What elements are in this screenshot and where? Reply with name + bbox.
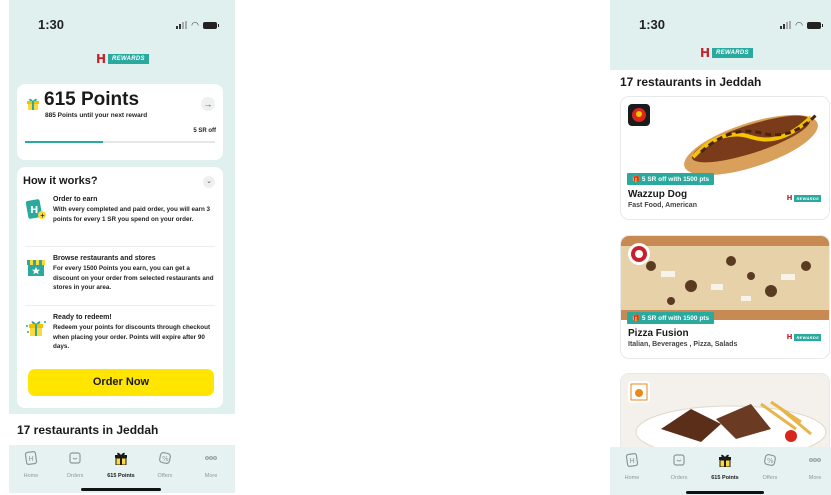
restaurant-name: Pizza Fusion — [628, 328, 689, 339]
restaurant-categories: Fast Food, American — [628, 202, 697, 209]
earn-app-icon: H + — [25, 199, 46, 220]
offers-icon: % — [764, 454, 776, 466]
step-title: Browse restaurants and stores — [53, 255, 156, 262]
home-icon: H — [625, 453, 639, 467]
restaurant-image — [621, 97, 829, 181]
wifi-icon: ◠ — [795, 20, 803, 30]
signal-icon — [780, 21, 792, 29]
step-browse: Browse restaurants and stores For every … — [25, 255, 217, 301]
restaurant-card-wazzup-dog[interactable]: 🎁 5 SR off with 1500 pts Wazzup Dog Fast… — [621, 97, 829, 219]
tab-offers[interactable]: % Offers — [750, 453, 790, 481]
tab-home[interactable]: H Home — [612, 453, 652, 481]
collapse-chevron-icon[interactable]: ⌄ — [203, 176, 215, 188]
restaurant-logo — [628, 243, 650, 265]
orders-icon — [69, 452, 81, 464]
restaurants-heading: 17 restaurants in Jeddah — [620, 75, 762, 89]
restaurant-image — [621, 236, 829, 320]
svg-text:+: + — [40, 213, 45, 220]
points-card[interactable]: 615 Points 885 Points until your next re… — [17, 84, 223, 160]
tab-points[interactable]: 615 Points — [705, 453, 745, 481]
status-bar: 1:30 ◠ — [610, 0, 831, 40]
step-description: With every completed and paid order, you… — [53, 206, 211, 223]
status-icons: ◠ — [780, 20, 823, 30]
battery-icon — [807, 21, 823, 29]
tab-points[interactable]: 615 Points — [101, 451, 141, 479]
home-indicator — [686, 491, 764, 494]
restaurant-logo — [628, 104, 650, 126]
restaurants-screen-right: 1:30 ◠ H REWARDS 17 restaurants in Jedda… — [610, 0, 831, 495]
tab-home[interactable]: H Home — [11, 451, 51, 479]
step-description: Redeem your points for discounts through… — [53, 324, 211, 350]
restaurant-name: Wazzup Dog — [628, 189, 688, 200]
gift-icon — [27, 98, 39, 110]
points-remaining-text: 885 Points until your next reward — [45, 112, 148, 119]
svg-text:%: % — [162, 455, 169, 463]
home-icon: H — [24, 451, 38, 465]
battery-icon — [203, 21, 219, 29]
tab-orders[interactable]: Orders — [659, 453, 699, 481]
more-icon — [809, 458, 821, 462]
rewards-logo: H REWARDS — [786, 333, 821, 341]
screenshot-stage: 1:30 ◠ H REWARDS 615 Points 885 Points u… — [0, 0, 831, 495]
tab-more[interactable]: More — [191, 451, 231, 479]
restaurants-heading: 17 restaurants in Jeddah — [17, 423, 159, 437]
step-description: For every 1500 Points you earn, you can … — [53, 265, 214, 291]
offers-icon: % — [159, 452, 171, 464]
order-now-button[interactable]: Order Now — [28, 369, 214, 396]
status-icons: ◠ — [176, 20, 219, 30]
rewards-logo: H REWARDS — [786, 194, 821, 202]
rewards-screen-left: 1:30 ◠ H REWARDS 615 Points 885 Points u… — [9, 0, 235, 495]
tab-offers[interactable]: % Offers — [145, 451, 185, 479]
header: 1:30 ◠ H REWARDS — [610, 0, 831, 70]
step-title: Ready to redeem! — [53, 314, 112, 321]
step-redeem: Ready to redeem! Redeem your points for … — [25, 314, 217, 360]
restaurant-categories: Italian, Beverages , Pizza, Salads — [628, 341, 738, 348]
status-time: 1:30 — [38, 17, 65, 32]
bottom-tab-bar: H Home Orders 615 Points % Offers More — [610, 447, 831, 495]
restaurant-logo — [628, 381, 650, 403]
rewards-logo: H REWARDS — [700, 46, 753, 60]
points-details-arrow-icon[interactable]: → — [201, 97, 215, 111]
tab-more[interactable]: More — [795, 453, 831, 481]
step-title: Order to earn — [53, 196, 98, 203]
points-offer-badge: 🎁 5 SR off with 1500 pts — [627, 173, 715, 185]
points-progress-bar — [25, 141, 215, 143]
divider — [25, 246, 215, 247]
svg-text:H: H — [29, 455, 34, 463]
svg-text:%: % — [767, 457, 774, 465]
step-order-to-earn: H + Order to earn With every completed a… — [25, 196, 217, 242]
rewards-logo: H REWARDS — [96, 52, 149, 66]
orders-icon — [673, 454, 685, 466]
svg-text:H: H — [30, 205, 38, 216]
status-time: 1:30 — [639, 17, 666, 32]
points-progress-fill — [25, 141, 103, 143]
wifi-icon: ◠ — [191, 20, 199, 30]
points-offer-badge: 🎁 5 SR off with 1500 pts — [627, 312, 715, 324]
bottom-tab-bar: H Home Orders 615 Points % Offers More — [9, 445, 235, 493]
more-icon — [205, 456, 217, 460]
restaurant-image — [621, 374, 829, 458]
divider — [25, 305, 215, 306]
next-reward-label: 5 SR off — [193, 128, 216, 134]
tab-orders[interactable]: Orders — [55, 451, 95, 479]
svg-text:H: H — [630, 457, 635, 465]
storefront-icon — [27, 260, 45, 276]
home-indicator — [81, 488, 161, 491]
restaurant-card-pizza-fusion[interactable]: 🎁 5 SR off with 1500 pts Pizza Fusion It… — [621, 236, 829, 358]
how-it-works-title: How it works? — [23, 175, 98, 187]
gift-sparkle-icon — [26, 321, 46, 336]
status-bar: 1:30 ◠ — [9, 0, 235, 40]
gift-icon — [719, 454, 731, 468]
gift-icon — [115, 452, 127, 466]
points-total: 615 Points — [44, 89, 140, 110]
signal-icon — [176, 21, 188, 29]
